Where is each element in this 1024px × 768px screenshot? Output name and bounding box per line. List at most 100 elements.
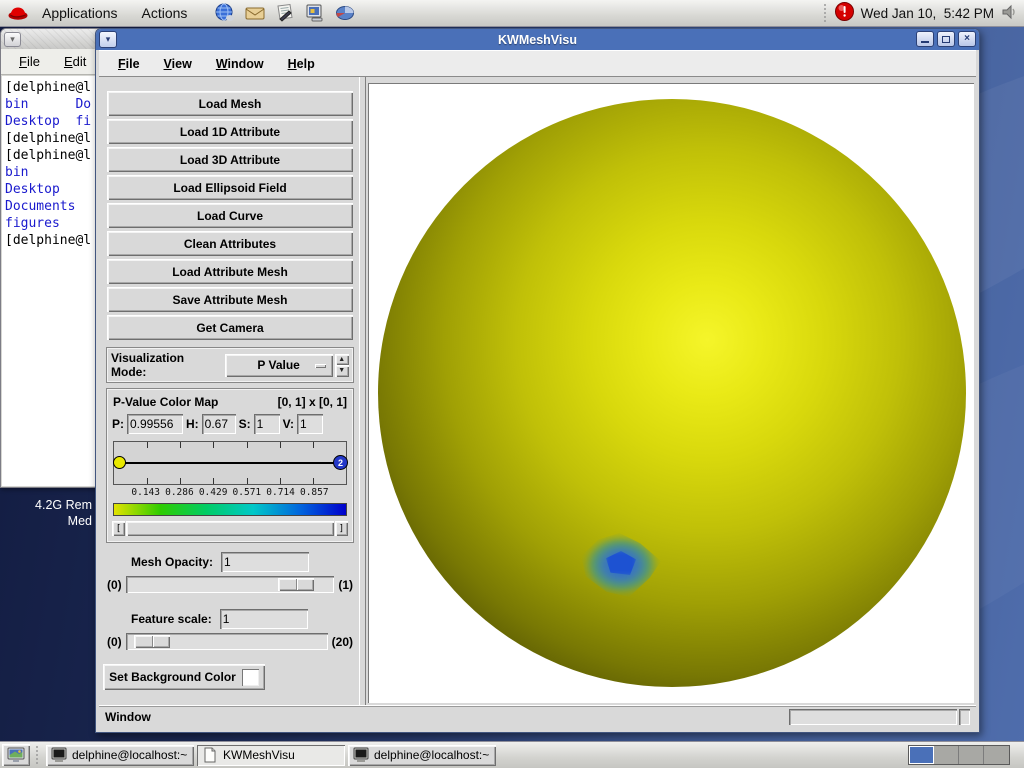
mesh-opacity-slider-thumb[interactable]: [277, 578, 314, 591]
top-panel: Applications Actions Wed Jan 10, 5:42 PM: [0, 0, 1024, 27]
system-monitor-launcher-icon[interactable]: [333, 2, 356, 25]
status-label: Window: [105, 710, 151, 724]
workspace-switcher: [908, 745, 1010, 765]
canvas-tick-mark: [213, 442, 215, 448]
redhat-menu-icon[interactable]: [6, 1, 30, 25]
minimize-button[interactable]: [916, 31, 934, 47]
app-menu-help[interactable]: Help: [279, 54, 324, 74]
workspace-2[interactable]: [934, 746, 959, 764]
canvas-tick-mark: [246, 478, 248, 484]
colormap-scrollbar[interactable]: [ ]: [112, 521, 348, 536]
load-attribute-mesh-button[interactable]: Load Attribute Mesh: [107, 259, 353, 284]
terminal-menu-edit[interactable]: Edit: [54, 52, 96, 71]
scrollbar-thumb[interactable]: [126, 521, 334, 536]
load-mesh-button[interactable]: Load Mesh: [107, 91, 353, 116]
p-label: P:: [112, 417, 124, 431]
progress-bar: [789, 709, 957, 725]
volume-icon[interactable]: [1000, 3, 1018, 24]
writer-launcher-icon[interactable]: [273, 2, 296, 25]
paned-window-sash[interactable]: [359, 77, 366, 705]
canvas-tick-mark: [312, 442, 314, 448]
canvas-tick-mark: [312, 478, 314, 484]
clock-applet[interactable]: Wed Jan 10, 5:42 PM: [861, 6, 994, 21]
alert-notifier-icon[interactable]: [834, 1, 855, 25]
mesh-opacity-slider[interactable]: [125, 576, 335, 593]
desktop-icon-label-line2: Med: [67, 514, 92, 528]
spinner-down-icon[interactable]: ▼: [334, 365, 349, 377]
clean-attributes-button[interactable]: Clean Attributes: [107, 231, 353, 256]
h-value-field[interactable]: [201, 414, 236, 434]
canvas-tick-mark: [147, 478, 149, 484]
opacity-max-label: (1): [338, 577, 353, 592]
background-color-swatch: [241, 668, 259, 686]
web-browser-launcher-icon[interactable]: [213, 2, 236, 25]
h-label: H:: [186, 417, 199, 431]
app-titlebar[interactable]: ▾ KWMeshVisu ×: [96, 29, 979, 50]
scrollbar-left-arrow-icon[interactable]: [: [112, 521, 125, 536]
action-button-stack: Load Mesh Load 1D Attribute Load 3D Attrib…: [107, 91, 353, 340]
taskbar-item-kwmeshvisu[interactable]: KWMeshVisu: [197, 744, 345, 766]
load-ellipsoid-field-button[interactable]: Load Ellipsoid Field: [107, 175, 353, 200]
feature-scale-slider-thumb[interactable]: [133, 635, 170, 648]
canvas-tick-mark: [180, 442, 182, 448]
email-launcher-icon[interactable]: [243, 2, 266, 25]
taskbar: delphine@localhost:~ KWMeshVisu delphine@l…: [0, 741, 1024, 768]
taskbar-item-delphine-localhost-[interactable]: delphine@localhost:~: [348, 744, 496, 766]
colormap-point-canvas[interactable]: 2: [113, 441, 348, 485]
scrollbar-right-arrow-icon[interactable]: ]: [335, 521, 348, 536]
panel-applet-handle[interactable]: [822, 2, 828, 24]
opacity-min-label: (0): [107, 577, 122, 592]
menu-actions[interactable]: Actions: [130, 0, 200, 26]
visualization-mode-label: Visualization Mode:: [111, 351, 185, 379]
colormap-tick-labels: 0.143 0.286 0.429 0.571 0.714 0.857: [112, 487, 348, 500]
taskbar-handle[interactable]: [35, 744, 40, 766]
visualization-mode-dropdown[interactable]: P Value: [224, 353, 333, 377]
s-value-field[interactable]: [253, 414, 280, 434]
app-menu-window[interactable]: Window: [207, 54, 273, 74]
feature-min-label: (0): [107, 634, 122, 649]
mesh-opacity-label: Mesh Opacity:: [131, 555, 214, 569]
load-1d-attribute-button[interactable]: Load 1D Attribute: [107, 119, 353, 144]
show-desktop-button[interactable]: [2, 744, 30, 766]
canvas-tick-mark: [246, 442, 248, 448]
taskbar-item-label: delphine@localhost:~: [72, 748, 188, 762]
taskbar-item-label: KWMeshVisu: [223, 748, 295, 762]
get-camera-button[interactable]: Get Camera: [107, 315, 353, 340]
desktop-icon-label-line1: 4.2G Rem: [35, 498, 92, 512]
terminal-window-menu-icon[interactable]: ▾: [4, 31, 21, 47]
taskbar-item-delphine-localhost-[interactable]: delphine@localhost:~: [46, 744, 194, 766]
workspace-3[interactable]: [959, 746, 984, 764]
load-curve-button[interactable]: Load Curve: [107, 203, 353, 228]
progress-gauge: [959, 709, 970, 725]
feature-scale-field[interactable]: [219, 609, 308, 629]
colormap-right-handle[interactable]: 2: [333, 455, 348, 470]
terminal-menu-file[interactable]: File: [9, 52, 50, 71]
save-attribute-mesh-button[interactable]: Save Attribute Mesh: [107, 287, 353, 312]
app-menu-view[interactable]: View: [155, 54, 201, 74]
p-value-field[interactable]: [127, 414, 183, 434]
set-background-color-button[interactable]: Set Background Color: [103, 664, 265, 690]
menu-applications[interactable]: Applications: [30, 0, 130, 26]
screenshot-launcher-icon[interactable]: [303, 2, 326, 25]
colormap-gradient-bar: [113, 503, 347, 516]
feature-scale-slider[interactable]: [125, 633, 328, 650]
s-label: S:: [238, 417, 251, 431]
v-value-field[interactable]: [297, 414, 324, 434]
load-3d-attribute-button[interactable]: Load 3D Attribute: [107, 147, 353, 172]
close-button[interactable]: ×: [958, 31, 976, 47]
spinner-up-icon[interactable]: ▲: [334, 353, 349, 365]
taskbar-item-label: delphine@localhost:~: [374, 748, 490, 762]
mesh-sphere: [378, 99, 966, 687]
app-window-menu-icon[interactable]: ▾: [99, 31, 117, 48]
app-menu-file[interactable]: File: [109, 54, 149, 74]
desktop-icon-label[interactable]: 4.2G Rem Med: [0, 497, 92, 529]
render-viewport[interactable]: [368, 83, 974, 703]
colormap-range: [0, 1] x [0, 1]: [277, 395, 347, 409]
canvas-tick-mark: [279, 442, 281, 448]
workspace-4[interactable]: [984, 746, 1009, 764]
colormap-left-handle[interactable]: [113, 456, 126, 469]
feature-max-label: (20): [331, 634, 353, 649]
workspace-1[interactable]: [909, 746, 934, 764]
maximize-button[interactable]: [937, 31, 955, 47]
mesh-opacity-field[interactable]: [221, 552, 310, 572]
